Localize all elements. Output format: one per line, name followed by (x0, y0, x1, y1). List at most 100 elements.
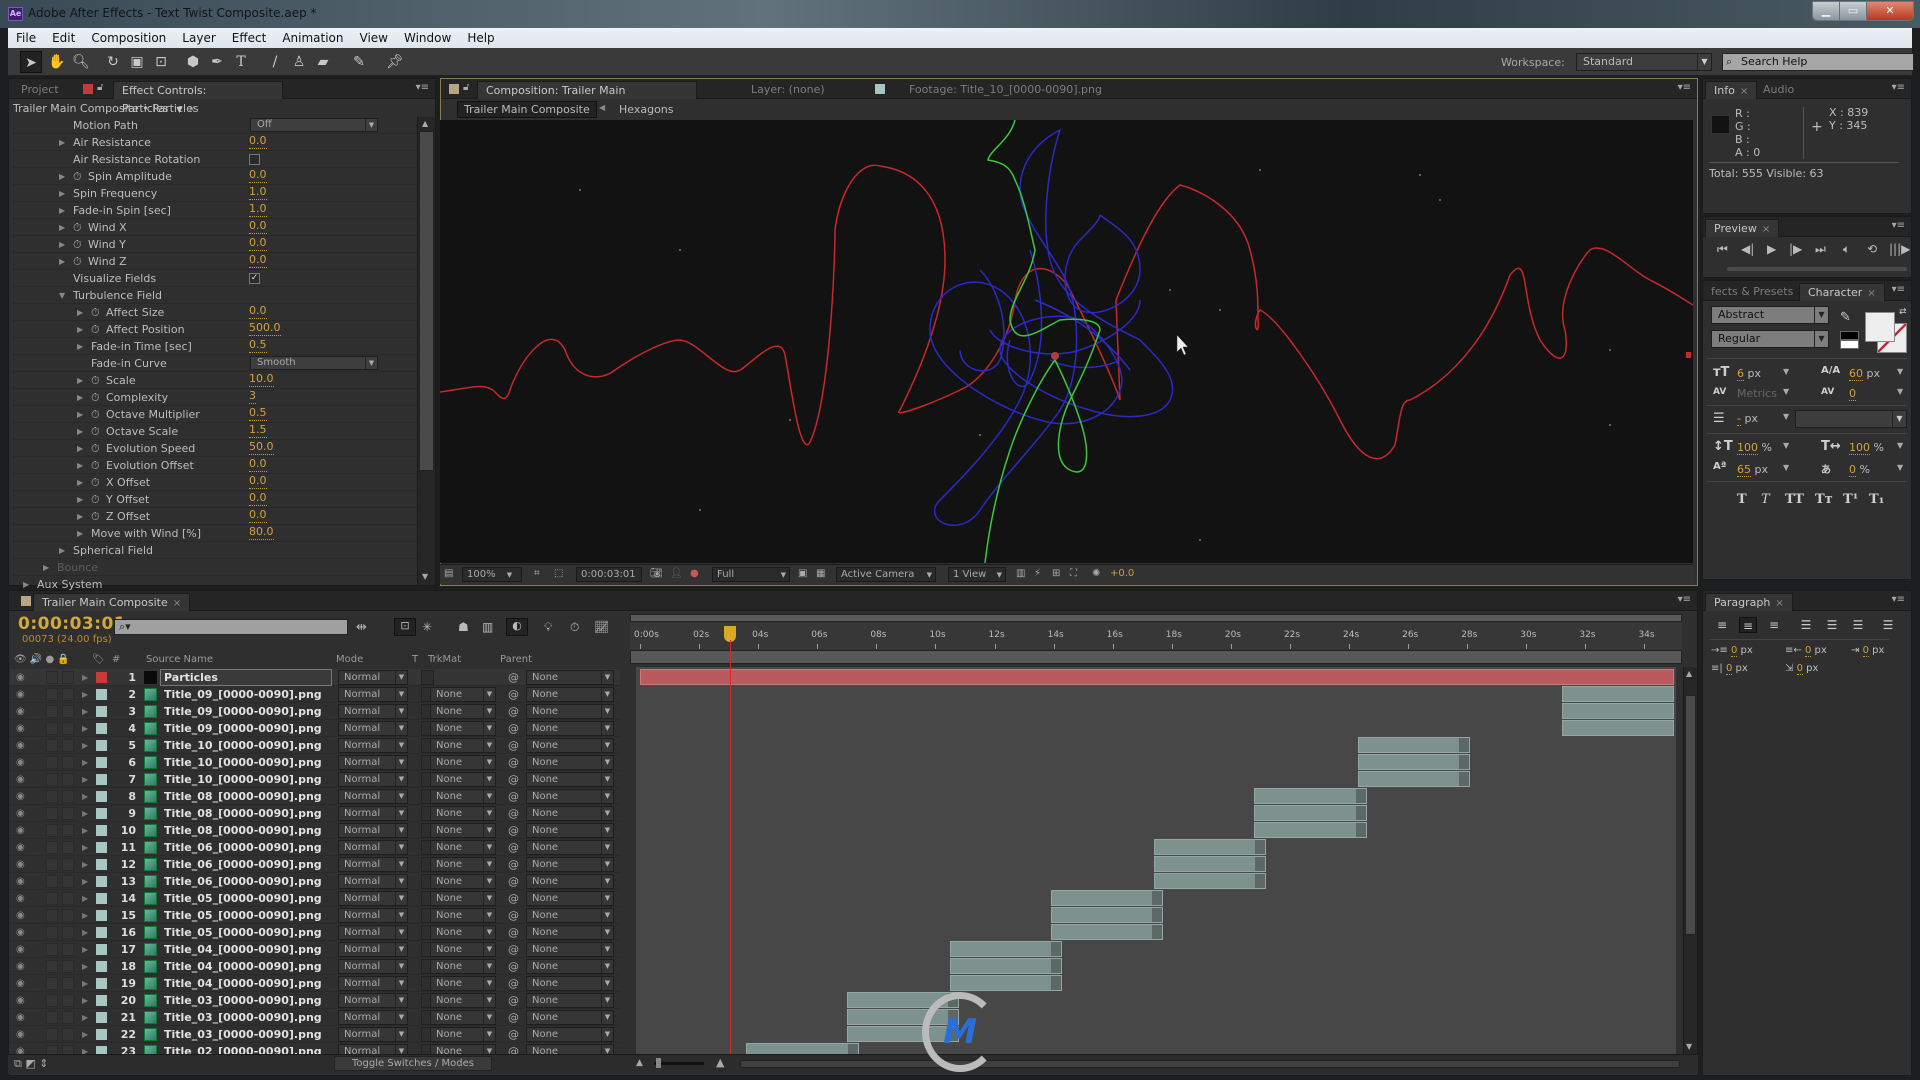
layer-name[interactable]: Title_05_[0000-0090].png (164, 890, 322, 907)
pan-behind-tool-icon[interactable]: ⊡ (150, 51, 172, 73)
visibility-eye-icon[interactable]: ◉ (16, 975, 25, 992)
chevron-down-icon[interactable]: ▼ (1783, 367, 1789, 376)
layer-name[interactable]: Title_10_[0000-0090].png (164, 771, 322, 788)
track-matte-dropdown[interactable]: None ▼ (430, 908, 496, 923)
frame-blending-icon[interactable]: ▥ (482, 620, 493, 634)
layer-label-color[interactable] (96, 859, 107, 870)
previous-frame-button[interactable]: ◀| (1741, 242, 1754, 256)
twirl-closed-icon[interactable]: ▶ (59, 219, 65, 236)
visibility-eye-icon[interactable]: ◉ (16, 839, 25, 856)
blend-mode-dropdown[interactable]: Normal ▼ (338, 823, 408, 838)
indent-right-field[interactable]: ≡← 0 px (1785, 645, 1827, 657)
layer-duration-bar[interactable] (1357, 771, 1471, 787)
stopwatch-icon[interactable]: ⏱ (91, 508, 100, 525)
layer-bar-end[interactable] (1459, 772, 1470, 786)
effect-param-value[interactable]: 0.0 (249, 508, 267, 523)
motion-blur-icon[interactable]: ◐ (506, 618, 528, 636)
blend-mode-dropdown[interactable]: Normal ▼ (338, 942, 408, 957)
visibility-eye-icon[interactable]: ◉ (16, 1026, 25, 1043)
indent-right-value[interactable]: 0 (1804, 645, 1812, 657)
layer-label-color[interactable] (96, 961, 107, 972)
align-center-button[interactable]: ≡ (1739, 617, 1757, 633)
parent-pickwhip-icon[interactable]: @ (508, 720, 519, 737)
baseline-shift-field[interactable]: 65 px (1737, 463, 1768, 477)
layer-name[interactable]: Title_03_[0000-0090].png (164, 1009, 322, 1026)
tsume-field[interactable]: 0 % (1849, 463, 1870, 477)
layer-bar-end[interactable] (1051, 976, 1062, 990)
parent-dropdown[interactable]: None ▼ (526, 976, 614, 991)
blend-mode-dropdown[interactable]: Normal ▼ (338, 1010, 408, 1025)
twirl-closed-icon[interactable]: ▶ (82, 856, 88, 873)
effect-row[interactable]: Motion Path Off ▼ (13, 117, 429, 134)
solo-switch[interactable] (46, 722, 58, 735)
chevron-down-icon[interactable]: ▼ (1897, 387, 1903, 396)
audio-speaker-icon[interactable]: 🔈︎ (1843, 242, 1850, 257)
layer-label-color[interactable] (96, 842, 107, 853)
effect-row[interactable]: ▶ ⏱ Wind X 0.0 (13, 219, 429, 236)
effect-controls-scrollbar[interactable]: ▲ ▼ (417, 117, 435, 585)
lock-switch[interactable] (62, 671, 74, 684)
puppet-pin-tool-icon[interactable]: 📌︎ (384, 51, 406, 73)
parent-dropdown[interactable]: None ▼ (526, 874, 614, 889)
layer-name[interactable]: Title_10_[0000-0090].png (164, 754, 322, 771)
parent-pickwhip-icon[interactable]: @ (508, 1009, 519, 1026)
indent-left-field[interactable]: →≡ 0 px (1711, 645, 1753, 657)
solo-switch[interactable] (46, 960, 58, 973)
effect-row[interactable]: ▶ ⏱ Scale 10.0 (13, 372, 429, 389)
effect-param-value[interactable]: 0.0 (249, 168, 267, 183)
twirl-closed-icon[interactable]: ▶ (77, 321, 83, 338)
effect-param-value[interactable]: 500.0 (249, 321, 281, 336)
panel-menu-icon[interactable]: ▾≡ (1678, 594, 1691, 605)
effect-param-dropdown[interactable]: Smooth ▼ (250, 356, 378, 370)
layer-row[interactable]: ◉ ▶ 3 Title_09_[0000-0090].png Normal ▼ None ▼ @… (10, 703, 620, 720)
tab-character[interactable]: Character × (1799, 283, 1885, 301)
track-matte-dropdown[interactable]: None ▼ (430, 942, 496, 957)
visibility-eye-icon[interactable]: ◉ (16, 703, 25, 720)
effect-row[interactable]: ▶ ⏱ Wind Z 0.0 (13, 253, 429, 270)
solo-switch[interactable] (46, 756, 58, 769)
twirl-closed-icon[interactable]: ▶ (82, 686, 88, 703)
twirl-closed-icon[interactable]: ▶ (77, 372, 83, 389)
blend-mode-dropdown[interactable]: Normal ▼ (338, 1027, 408, 1042)
visibility-eye-icon[interactable]: ◉ (16, 907, 25, 924)
blend-mode-dropdown[interactable]: Normal ▼ (338, 755, 408, 770)
twirl-closed-icon[interactable]: ▶ (82, 1009, 88, 1026)
layer-duration-bar[interactable] (1154, 873, 1267, 889)
twirl-open-icon[interactable]: ▼ (59, 287, 65, 304)
transparency-grid-icon[interactable]: ▦ (816, 567, 825, 582)
layer-name[interactable]: Title_10_[0000-0090].png (164, 737, 322, 754)
layer-row[interactable]: ◉ ▶ 5 Title_10_[0000-0090].png Normal ▼ None ▼ @… (10, 737, 620, 754)
space-after-field[interactable]: ⇲ 0 px (1785, 663, 1818, 675)
twirl-closed-icon[interactable]: ▶ (82, 737, 88, 754)
hide-shy-layers-icon[interactable]: ☗ (458, 620, 469, 634)
layer-name[interactable]: Title_08_[0000-0090].png (164, 788, 322, 805)
layer-row[interactable]: ◉ ▶ 9 Title_08_[0000-0090].png Normal ▼ None ▼ @… (10, 805, 620, 822)
align-left-button[interactable]: ≡ (1713, 617, 1731, 633)
visibility-eye-icon[interactable]: ◉ (16, 1009, 25, 1026)
layer-row[interactable]: ◉ ▶ 18 Title_04_[0000-0090].png Normal ▼ None ▼… (10, 958, 620, 975)
horizontal-scale-value[interactable]: 100 (1849, 441, 1870, 455)
layer-bar-end[interactable] (1255, 840, 1266, 854)
layer-name[interactable]: Title_04_[0000-0090].png (164, 941, 322, 958)
layer-name[interactable]: Title_05_[0000-0090].png (164, 924, 322, 941)
layer-label-color[interactable] (96, 706, 107, 717)
track-matte-dropdown[interactable]: None ▼ (430, 772, 496, 787)
font-family-dropdown[interactable]: Abstract ▼ (1711, 306, 1829, 324)
twirl-closed-icon[interactable]: ▶ (77, 491, 83, 508)
layer-row[interactable]: ◉ ▶ 14 Title_05_[0000-0090].png Normal ▼ None ▼… (10, 890, 620, 907)
twirl-closed-icon[interactable]: ▶ (77, 457, 83, 474)
view-layout-dropdown[interactable]: 1 View ▼ (948, 567, 1006, 582)
solo-switch[interactable] (46, 807, 58, 820)
layer-bar-end[interactable] (1459, 738, 1470, 752)
solo-switch[interactable] (46, 926, 58, 939)
effect-param-value[interactable]: 0.0 (249, 474, 267, 489)
play-button[interactable]: ▶ (1767, 242, 1776, 256)
layer-duration-bar[interactable] (1254, 805, 1367, 821)
panel-menu-icon[interactable]: ▾≡ (1892, 220, 1905, 231)
stopwatch-icon[interactable]: ⏱ (91, 491, 100, 508)
layer-label-color[interactable] (96, 774, 107, 785)
type-tool-icon[interactable]: T (230, 51, 252, 73)
black-swatch[interactable] (1840, 331, 1859, 340)
solo-switch[interactable] (46, 909, 58, 922)
graph-editor-icon[interactable]: 📈︎ (594, 620, 609, 634)
